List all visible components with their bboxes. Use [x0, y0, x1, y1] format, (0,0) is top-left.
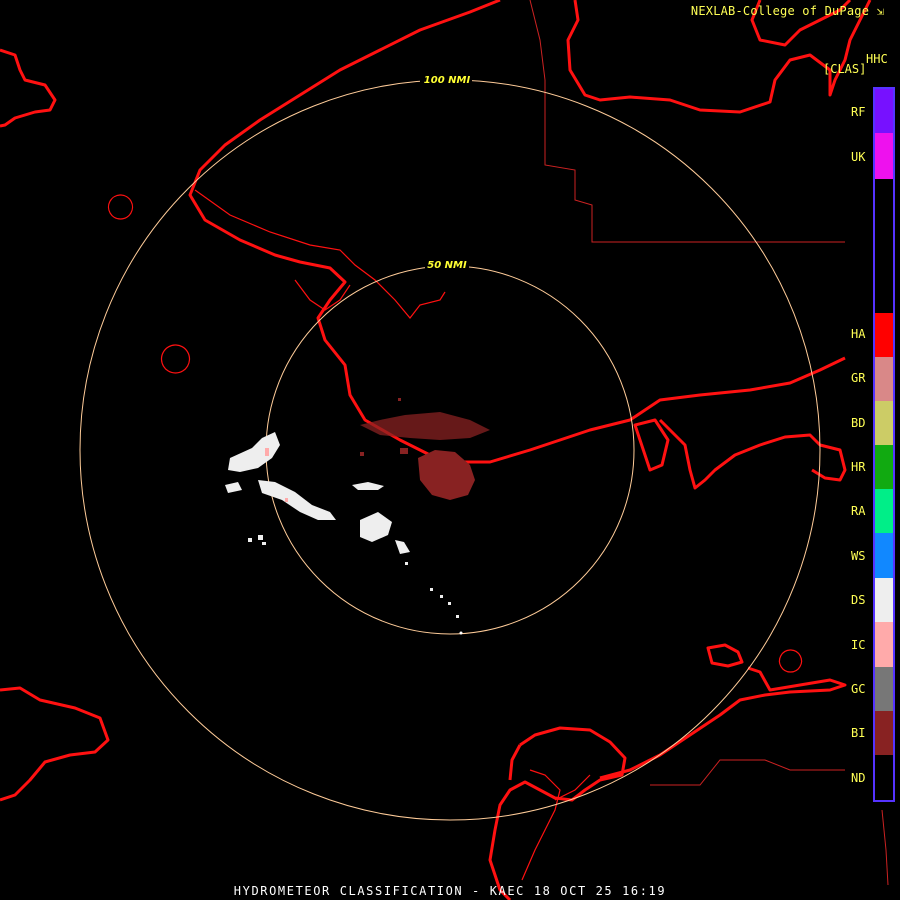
- clutter-center: [418, 450, 475, 500]
- legend-swatch-gr: [875, 357, 893, 401]
- legend-swatch-uk: [875, 133, 893, 179]
- legend-label-uk: UK: [851, 150, 866, 164]
- echo-speck-1: [248, 538, 252, 542]
- boundary-north: [529, 0, 845, 243]
- echo-speck-8: [430, 588, 433, 591]
- clutter-speck-1: [400, 448, 408, 454]
- echo-speck-6: [456, 615, 459, 618]
- coast-detail: [107, 189, 803, 881]
- echo-speck-4: [440, 595, 443, 598]
- credit-label: NEXLAB-College of DuPage: [690, 4, 870, 18]
- legend-swatch-bi: [875, 711, 893, 755]
- mid-right-peninsula: [633, 418, 670, 472]
- small-island-1: [107, 194, 134, 220]
- echo-speck-3: [262, 542, 266, 545]
- legend-label-nd: ND: [851, 771, 866, 785]
- legend-label-ra: RA: [851, 504, 866, 518]
- boundary-east: [881, 809, 889, 886]
- range-ring-100-label: 100 NMI: [424, 75, 471, 86]
- north-coastline: [188, 0, 846, 464]
- echo-cluster-mid: [352, 482, 384, 490]
- echo-cluster-west-2: [258, 480, 336, 520]
- echo-speck-5: [448, 602, 451, 605]
- legend-swatch-rf: [875, 89, 893, 133]
- upper-left-island: [0, 48, 57, 128]
- legend-swatch-hr: [875, 445, 893, 489]
- product-code: HHC: [866, 52, 888, 66]
- mid-right-coast: [658, 418, 847, 490]
- clutter-north: [360, 412, 490, 440]
- legend-swatch-ra: [875, 489, 893, 533]
- clutter-speck-3: [398, 398, 401, 401]
- legend-label-gc: GC: [851, 682, 866, 696]
- legend-label-ws: WS: [851, 549, 866, 563]
- legend-swatch-gc: [875, 667, 893, 711]
- echo-cluster-west: [228, 432, 280, 472]
- legend-label-bd: BD: [851, 416, 866, 430]
- ground-clutter: [360, 398, 490, 500]
- legend-label-ic: IC: [851, 638, 866, 652]
- echo-speck-7: [405, 562, 408, 565]
- legend-label-gr: GR: [851, 371, 866, 385]
- legend-label-ds: DS: [851, 593, 866, 607]
- legend-label-ha: HA: [851, 327, 866, 341]
- color-legend: [873, 87, 895, 802]
- range-ring-50-label: 50 NMI: [427, 260, 467, 271]
- inner-coast-detail: [194, 189, 446, 319]
- legend-label-bi: BI: [851, 726, 866, 740]
- credit-text: NEXLAB-College of DuPage ⇲: [691, 4, 884, 18]
- ice-crystal-2: [285, 498, 288, 502]
- legend-label-rf: RF: [851, 105, 866, 119]
- lower-left-coast: [0, 686, 110, 802]
- south-bay: [508, 744, 522, 781]
- lower-right-island: [706, 643, 744, 668]
- echo-cluster-south: [360, 512, 392, 542]
- legend-swatch-ws: [875, 533, 893, 578]
- range-ring-50: [265, 265, 635, 635]
- echo-cluster-small: [225, 482, 242, 493]
- legend-swatch-ds: [875, 578, 893, 622]
- radar-map: 50 NMI 100 NMI: [0, 0, 889, 900]
- product-title: HYDROMETEOR CLASSIFICATION - KAEC 18 OCT…: [233, 884, 667, 898]
- south-peninsula: [488, 726, 627, 900]
- radar-site: [459, 631, 463, 635]
- legend-swatch-ha: [875, 313, 893, 357]
- ice-crystal-1: [265, 448, 269, 456]
- lagoon-detail: [554, 774, 591, 801]
- echo-speck-2: [258, 535, 263, 540]
- legend-swatch-bd: [875, 401, 893, 445]
- boundaries: [529, 0, 889, 886]
- boundary-south: [650, 759, 845, 786]
- echo-cluster-south-2: [395, 540, 410, 554]
- legend-label-hr: HR: [851, 460, 866, 474]
- clutter-speck-2: [360, 452, 364, 456]
- corner-arrow-icon: ⇲: [876, 4, 884, 18]
- lower-right-coast: [599, 666, 847, 780]
- legend-swatch-nd: [875, 755, 893, 800]
- units-label: [CLAS]: [823, 62, 867, 76]
- small-island-3: [778, 649, 803, 673]
- south-coast-detail: [521, 769, 561, 881]
- legend-swatch-ic: [875, 622, 893, 667]
- small-island-2: [160, 344, 191, 374]
